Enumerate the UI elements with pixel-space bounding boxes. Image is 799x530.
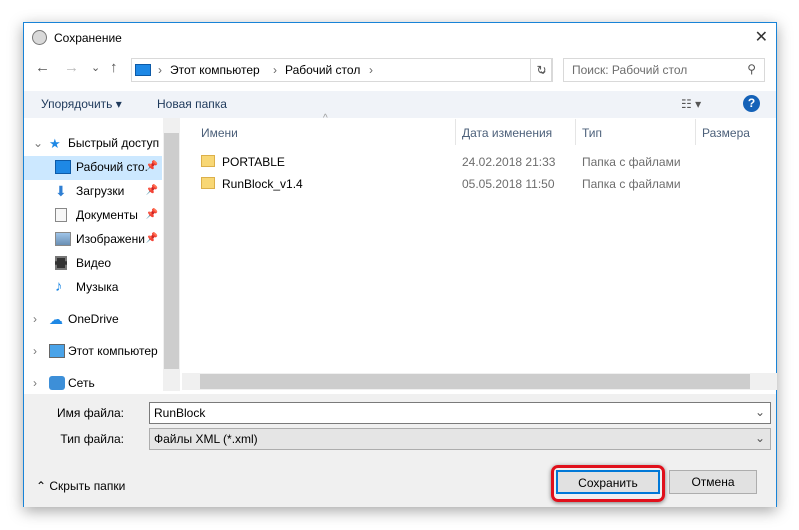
filetype-label: Тип файла:: [60, 432, 124, 446]
save-button[interactable]: Сохранить: [556, 470, 660, 494]
column-type[interactable]: Тип: [582, 126, 602, 140]
filename-label: Имя файла:: [57, 406, 124, 420]
scrollbar-thumb[interactable]: [200, 374, 750, 389]
file-type: Папка с файлами: [582, 177, 681, 191]
search-icon: ⚲: [747, 62, 756, 76]
pin-icon: 📌: [145, 185, 158, 196]
document-icon: [55, 208, 67, 222]
forward-button[interactable]: →: [64, 59, 79, 76]
back-button[interactable]: ←: [35, 59, 50, 76]
folder-icon: [201, 155, 215, 167]
sidebar-this-pc[interactable]: › Этот компьютер: [24, 340, 162, 364]
search-placeholder: Поиск: Рабочий стол: [572, 63, 688, 77]
sidebar-item-downloads[interactable]: ⬇ Загрузки 📌: [24, 180, 162, 204]
file-row[interactable]: RunBlock_v1.4 05.05.2018 11:50 Папка с ф…: [182, 173, 776, 195]
sidebar-item-desktop[interactable]: Рабочий сто. 📌: [24, 156, 162, 180]
scrollbar-thumb[interactable]: [164, 133, 179, 369]
star-icon: ★: [49, 136, 61, 151]
chevron-down-icon: ⌄: [754, 431, 765, 445]
column-date[interactable]: Дата изменения: [462, 126, 552, 140]
help-button[interactable]: ?: [743, 95, 760, 112]
column-size[interactable]: Размера: [702, 126, 750, 140]
toolbar: Упорядочить ▾ Новая папка ☷ ▾ ?: [24, 91, 776, 118]
recent-locations-button[interactable]: ⌄: [91, 61, 100, 74]
filetype-select[interactable]: Файлы XML (*.xml) ⌄: [149, 428, 771, 450]
file-name: PORTABLE: [222, 155, 285, 169]
close-button[interactable]: ✕: [755, 27, 768, 47]
video-icon: [55, 256, 67, 270]
up-button[interactable]: ↑: [110, 59, 118, 76]
view-options-button[interactable]: ☷ ▾: [681, 97, 701, 111]
file-date: 05.05.2018 11:50: [462, 177, 555, 191]
breadcrumb-desktop[interactable]: Рабочий стол: [285, 63, 360, 77]
sidebar-item-pictures[interactable]: Изображени 📌: [24, 228, 162, 252]
pin-icon: 📌: [145, 233, 158, 244]
pin-icon: 📌: [145, 161, 158, 172]
window-title: Сохранение: [54, 31, 122, 45]
download-icon: ⬇: [55, 183, 67, 199]
pin-icon: 📌: [145, 209, 158, 220]
sort-up-icon: ^: [323, 113, 328, 124]
cloud-icon: ☁: [49, 311, 63, 327]
file-type: Папка с файлами: [582, 155, 681, 169]
desktop-icon: [135, 64, 151, 76]
sidebar-onedrive[interactable]: › ☁ OneDrive: [24, 308, 162, 332]
file-list-scrollbar[interactable]: [182, 373, 777, 390]
save-options-panel: Имя файла: RunBlock ⌄ Тип файла: Файлы XM…: [24, 394, 776, 507]
music-icon: ♪: [55, 278, 63, 295]
network-icon: [49, 376, 65, 390]
organize-button[interactable]: Упорядочить ▾: [41, 97, 122, 111]
file-row[interactable]: PORTABLE 24.02.2018 21:33 Папка с файлам…: [182, 151, 776, 173]
navigation-pane: ⌄ ★ Быстрый доступ Рабочий сто. 📌 ⬇ Загрузки…: [24, 118, 162, 394]
column-name[interactable]: Имени: [201, 126, 238, 140]
computer-icon: [49, 344, 65, 358]
cancel-button[interactable]: Отмена: [669, 470, 757, 494]
chevron-down-icon: ⌄: [754, 405, 765, 419]
clock-icon: [32, 30, 47, 45]
column-header: ^ Имени Дата изменения Тип Размера: [182, 113, 776, 145]
refresh-button[interactable]: ↻: [530, 58, 553, 82]
search-input[interactable]: Поиск: Рабочий стол ⚲: [563, 58, 765, 82]
desktop-icon: [55, 160, 71, 174]
sidebar-item-music[interactable]: ♪ Музыка: [24, 276, 162, 300]
file-date: 24.02.2018 21:33: [462, 155, 556, 169]
sidebar-network[interactable]: › Сеть: [24, 372, 162, 396]
save-dialog: Сохранение ✕ ← → ⌄ ↑ › Этот компьютер › …: [23, 22, 777, 507]
sidebar-quick-access[interactable]: ⌄ ★ Быстрый доступ: [24, 132, 162, 156]
sidebar-item-videos[interactable]: Видео: [24, 252, 162, 276]
file-name: RunBlock_v1.4: [222, 177, 303, 191]
new-folder-button[interactable]: Новая папка: [157, 97, 227, 111]
folder-icon: [201, 177, 215, 189]
title-bar: Сохранение ✕: [24, 23, 776, 53]
breadcrumb-this-pc[interactable]: Этот компьютер: [170, 63, 260, 77]
hide-folders-button[interactable]: ⌃ Скрыть папки: [36, 479, 125, 493]
sidebar-scrollbar[interactable]: [163, 118, 180, 391]
address-bar[interactable]: › Этот компьютер › Рабочий стол › ⌄: [131, 58, 552, 82]
pictures-icon: [55, 232, 71, 246]
sidebar-item-documents[interactable]: Документы 📌: [24, 204, 162, 228]
filename-input[interactable]: RunBlock ⌄: [149, 402, 771, 424]
